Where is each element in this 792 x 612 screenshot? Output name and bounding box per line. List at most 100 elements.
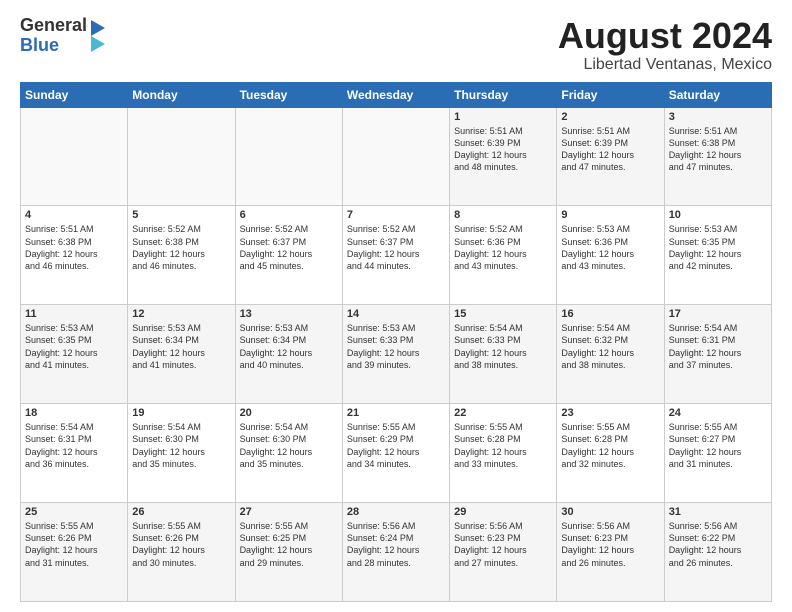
- flag-blue: [91, 20, 105, 36]
- cell-details: Sunrise: 5:55 AM Sunset: 6:27 PM Dayligh…: [669, 421, 767, 470]
- cell-details: Sunrise: 5:54 AM Sunset: 6:30 PM Dayligh…: [132, 421, 230, 470]
- cell-details: Sunrise: 5:53 AM Sunset: 6:33 PM Dayligh…: [347, 322, 445, 371]
- day-number: 22: [454, 407, 552, 419]
- day-number: 13: [240, 308, 338, 320]
- day-number: 16: [561, 308, 659, 320]
- calendar-week-2: 4 Sunrise: 5:51 AM Sunset: 6:38 PM Daylig…: [21, 206, 772, 305]
- flag-teal: [91, 36, 105, 52]
- calendar-cell: [342, 107, 449, 206]
- day-number: 12: [132, 308, 230, 320]
- cell-details: Sunrise: 5:56 AM Sunset: 6:23 PM Dayligh…: [454, 520, 552, 569]
- cell-details: Sunrise: 5:53 AM Sunset: 6:34 PM Dayligh…: [240, 322, 338, 371]
- cell-details: Sunrise: 5:52 AM Sunset: 6:36 PM Dayligh…: [454, 223, 552, 272]
- day-number: 24: [669, 407, 767, 419]
- calendar-cell: 31Sunrise: 5:56 AM Sunset: 6:22 PM Dayli…: [664, 503, 771, 602]
- calendar-cell: 5Sunrise: 5:52 AM Sunset: 6:38 PM Daylig…: [128, 206, 235, 305]
- page: General Blue August 2024 Libertad Ventan…: [0, 0, 792, 612]
- day-number: 7: [347, 209, 445, 221]
- cell-details: Sunrise: 5:53 AM Sunset: 6:36 PM Dayligh…: [561, 223, 659, 272]
- day-number: 26: [132, 506, 230, 518]
- cell-details: Sunrise: 5:51 AM Sunset: 6:39 PM Dayligh…: [454, 125, 552, 174]
- cell-details: Sunrise: 5:56 AM Sunset: 6:22 PM Dayligh…: [669, 520, 767, 569]
- logo-text: General Blue: [20, 16, 87, 56]
- logo-wrap: General Blue: [20, 16, 105, 56]
- day-number: 10: [669, 209, 767, 221]
- cell-details: Sunrise: 5:55 AM Sunset: 6:26 PM Dayligh…: [25, 520, 123, 569]
- calendar-header-wednesday: Wednesday: [342, 82, 449, 107]
- cell-details: Sunrise: 5:56 AM Sunset: 6:23 PM Dayligh…: [561, 520, 659, 569]
- calendar-cell: 19 Sunrise: 5:54 AM Sunset: 6:30 PM Dayli…: [128, 404, 235, 503]
- cell-details: Sunrise: 5:54 AM Sunset: 6:33 PM Dayligh…: [454, 322, 552, 371]
- calendar-header-sunday: Sunday: [21, 82, 128, 107]
- cell-details: Sunrise: 5:56 AM Sunset: 6:24 PM Dayligh…: [347, 520, 445, 569]
- calendar-cell: 6Sunrise: 5:52 AM Sunset: 6:37 PM Daylig…: [235, 206, 342, 305]
- day-number: 28: [347, 506, 445, 518]
- day-number: 1: [454, 111, 552, 123]
- calendar-cell: 16 Sunrise: 5:54 AM Sunset: 6:32 PM Dayli…: [557, 305, 664, 404]
- calendar-week-3: 11Sunrise: 5:53 AM Sunset: 6:35 PM Dayli…: [21, 305, 772, 404]
- calendar-header-monday: Monday: [128, 82, 235, 107]
- calendar-cell: 28 Sunrise: 5:56 AM Sunset: 6:24 PM Dayli…: [342, 503, 449, 602]
- calendar-cell: 20Sunrise: 5:54 AM Sunset: 6:30 PM Dayli…: [235, 404, 342, 503]
- calendar-cell: 2Sunrise: 5:51 AM Sunset: 6:39 PM Daylig…: [557, 107, 664, 206]
- calendar-cell: 27Sunrise: 5:55 AM Sunset: 6:25 PM Dayli…: [235, 503, 342, 602]
- header: General Blue August 2024 Libertad Ventan…: [20, 16, 772, 74]
- calendar-cell: 29Sunrise: 5:56 AM Sunset: 6:23 PM Dayli…: [450, 503, 557, 602]
- calendar-cell: 7Sunrise: 5:52 AM Sunset: 6:37 PM Daylig…: [342, 206, 449, 305]
- calendar-header-friday: Friday: [557, 82, 664, 107]
- cell-details: Sunrise: 5:54 AM Sunset: 6:30 PM Dayligh…: [240, 421, 338, 470]
- calendar-cell: 21 Sunrise: 5:55 AM Sunset: 6:29 PM Dayli…: [342, 404, 449, 503]
- day-number: 14: [347, 308, 445, 320]
- calendar-cell: 14 Sunrise: 5:53 AM Sunset: 6:33 PM Dayli…: [342, 305, 449, 404]
- main-title: August 2024: [558, 16, 772, 56]
- calendar-table: SundayMondayTuesdayWednesdayThursdayFrid…: [20, 82, 772, 602]
- day-number: 15: [454, 308, 552, 320]
- cell-details: Sunrise: 5:51 AM Sunset: 6:38 PM Dayligh…: [25, 223, 123, 272]
- cell-details: Sunrise: 5:55 AM Sunset: 6:25 PM Dayligh…: [240, 520, 338, 569]
- calendar-cell: 11Sunrise: 5:53 AM Sunset: 6:35 PM Dayli…: [21, 305, 128, 404]
- calendar-cell: 1 Sunrise: 5:51 AM Sunset: 6:39 PM Daylig…: [450, 107, 557, 206]
- cell-details: Sunrise: 5:55 AM Sunset: 6:28 PM Dayligh…: [561, 421, 659, 470]
- calendar-header-tuesday: Tuesday: [235, 82, 342, 107]
- cell-details: Sunrise: 5:53 AM Sunset: 6:34 PM Dayligh…: [132, 322, 230, 371]
- calendar-cell: 18 Sunrise: 5:54 AM Sunset: 6:31 PM Dayli…: [21, 404, 128, 503]
- subtitle: Libertad Ventanas, Mexico: [558, 56, 772, 74]
- calendar-cell: 9 Sunrise: 5:53 AM Sunset: 6:36 PM Daylig…: [557, 206, 664, 305]
- title-block: August 2024 Libertad Ventanas, Mexico: [558, 16, 772, 74]
- day-number: 3: [669, 111, 767, 123]
- calendar-header-thursday: Thursday: [450, 82, 557, 107]
- cell-details: Sunrise: 5:51 AM Sunset: 6:38 PM Dayligh…: [669, 125, 767, 174]
- day-number: 21: [347, 407, 445, 419]
- calendar-cell: 26 Sunrise: 5:55 AM Sunset: 6:26 PM Dayli…: [128, 503, 235, 602]
- calendar-cell: 17 Sunrise: 5:54 AM Sunset: 6:31 PM Dayli…: [664, 305, 771, 404]
- calendar-cell: 25 Sunrise: 5:55 AM Sunset: 6:26 PM Dayli…: [21, 503, 128, 602]
- calendar-cell: [21, 107, 128, 206]
- day-number: 8: [454, 209, 552, 221]
- calendar-cell: 23Sunrise: 5:55 AM Sunset: 6:28 PM Dayli…: [557, 404, 664, 503]
- calendar-cell: 24 Sunrise: 5:55 AM Sunset: 6:27 PM Dayli…: [664, 404, 771, 503]
- day-number: 2: [561, 111, 659, 123]
- day-number: 4: [25, 209, 123, 221]
- day-number: 18: [25, 407, 123, 419]
- calendar-cell: [128, 107, 235, 206]
- calendar-body: 1 Sunrise: 5:51 AM Sunset: 6:39 PM Daylig…: [21, 107, 772, 601]
- calendar-cell: [235, 107, 342, 206]
- day-number: 17: [669, 308, 767, 320]
- logo-icon: [91, 20, 105, 52]
- calendar-header-row: SundayMondayTuesdayWednesdayThursdayFrid…: [21, 82, 772, 107]
- day-number: 25: [25, 506, 123, 518]
- day-number: 30: [561, 506, 659, 518]
- day-number: 19: [132, 407, 230, 419]
- day-number: 9: [561, 209, 659, 221]
- calendar-header-saturday: Saturday: [664, 82, 771, 107]
- cell-details: Sunrise: 5:55 AM Sunset: 6:26 PM Dayligh…: [132, 520, 230, 569]
- cell-details: Sunrise: 5:54 AM Sunset: 6:32 PM Dayligh…: [561, 322, 659, 371]
- day-number: 11: [25, 308, 123, 320]
- cell-details: Sunrise: 5:54 AM Sunset: 6:31 PM Dayligh…: [25, 421, 123, 470]
- cell-details: Sunrise: 5:55 AM Sunset: 6:29 PM Dayligh…: [347, 421, 445, 470]
- calendar-cell: 30 Sunrise: 5:56 AM Sunset: 6:23 PM Dayli…: [557, 503, 664, 602]
- cell-details: Sunrise: 5:54 AM Sunset: 6:31 PM Dayligh…: [669, 322, 767, 371]
- calendar-week-5: 25 Sunrise: 5:55 AM Sunset: 6:26 PM Dayli…: [21, 503, 772, 602]
- logo-blue: Blue: [20, 36, 87, 56]
- day-number: 6: [240, 209, 338, 221]
